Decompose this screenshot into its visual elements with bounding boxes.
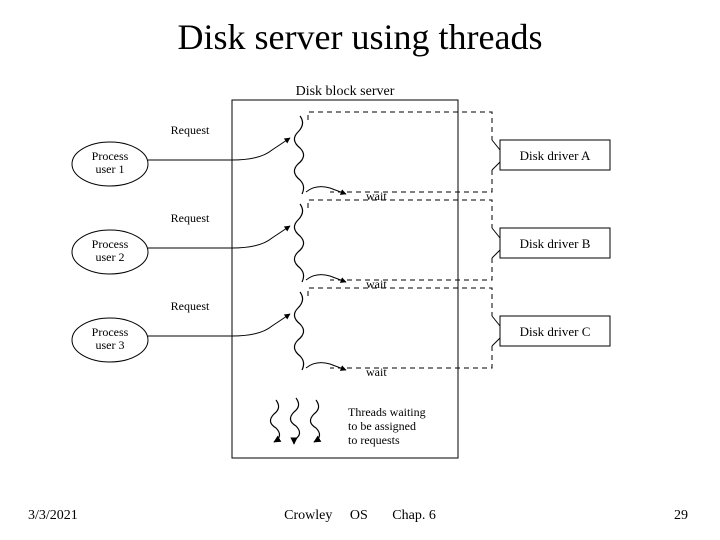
footer-course: OS [350, 508, 368, 523]
footer-page: 29 [674, 508, 688, 524]
wait-label-2: wait [366, 277, 387, 291]
driver-conn-a-in [492, 140, 500, 150]
dashed-to-driver-a-out [308, 112, 492, 140]
driver-conn-b-out [492, 250, 500, 258]
user-label-1-line1: Process [92, 149, 129, 163]
request-label-3: Request [171, 299, 210, 313]
footer-author: Crowley [284, 508, 332, 523]
thread-squiggle-3 [294, 292, 303, 370]
driver-label-c: Disk driver C [520, 324, 591, 339]
request-label-2: Request [171, 211, 210, 225]
driver-label-b: Disk driver B [520, 236, 591, 251]
wait-label-1: wait [366, 189, 387, 203]
thread-squiggle-2 [294, 204, 303, 282]
driver-label-a: Disk driver A [520, 148, 591, 163]
diagram-canvas: Disk block server Process user 1 Request… [0, 0, 720, 540]
user-label-3-line2: user 3 [96, 338, 125, 352]
driver-conn-b-in [492, 228, 500, 238]
user-label-1-line2: user 1 [96, 162, 125, 176]
user-label-3-line1: Process [92, 325, 129, 339]
user-label-2-line1: Process [92, 237, 129, 251]
driver-conn-c-out [492, 338, 500, 346]
pool-label-line3: to requests [348, 433, 400, 447]
footer-center: Crowley OS Chap. 6 [0, 508, 720, 524]
pool-label-line1: Threads waiting [348, 405, 426, 419]
dashed-to-driver-b-back [330, 258, 492, 280]
server-title: Disk block server [296, 84, 395, 99]
arrow-wait-1 [306, 187, 346, 194]
dashed-to-driver-b-out [308, 200, 492, 228]
dashed-to-driver-c-out [308, 288, 492, 316]
idle-thread-1 [270, 400, 279, 442]
wait-label-3: wait [366, 365, 387, 379]
idle-thread-2 [290, 398, 299, 444]
driver-conn-a-out [492, 162, 500, 170]
arrow-request-1 [148, 138, 290, 160]
thread-squiggle-1 [294, 116, 303, 194]
arrow-request-2 [148, 226, 290, 248]
footer-chapter: Chap. 6 [392, 508, 436, 523]
idle-thread-3 [310, 400, 319, 442]
pool-label-line2: to be assigned [348, 419, 416, 433]
arrow-request-3 [148, 314, 290, 336]
request-label-1: Request [171, 123, 210, 137]
dashed-to-driver-a-back [330, 170, 492, 192]
arrow-wait-3 [306, 363, 346, 370]
arrow-wait-2 [306, 275, 346, 282]
user-label-2-line2: user 2 [96, 250, 125, 264]
driver-conn-c-in [492, 316, 500, 326]
dashed-to-driver-c-back [330, 346, 492, 368]
